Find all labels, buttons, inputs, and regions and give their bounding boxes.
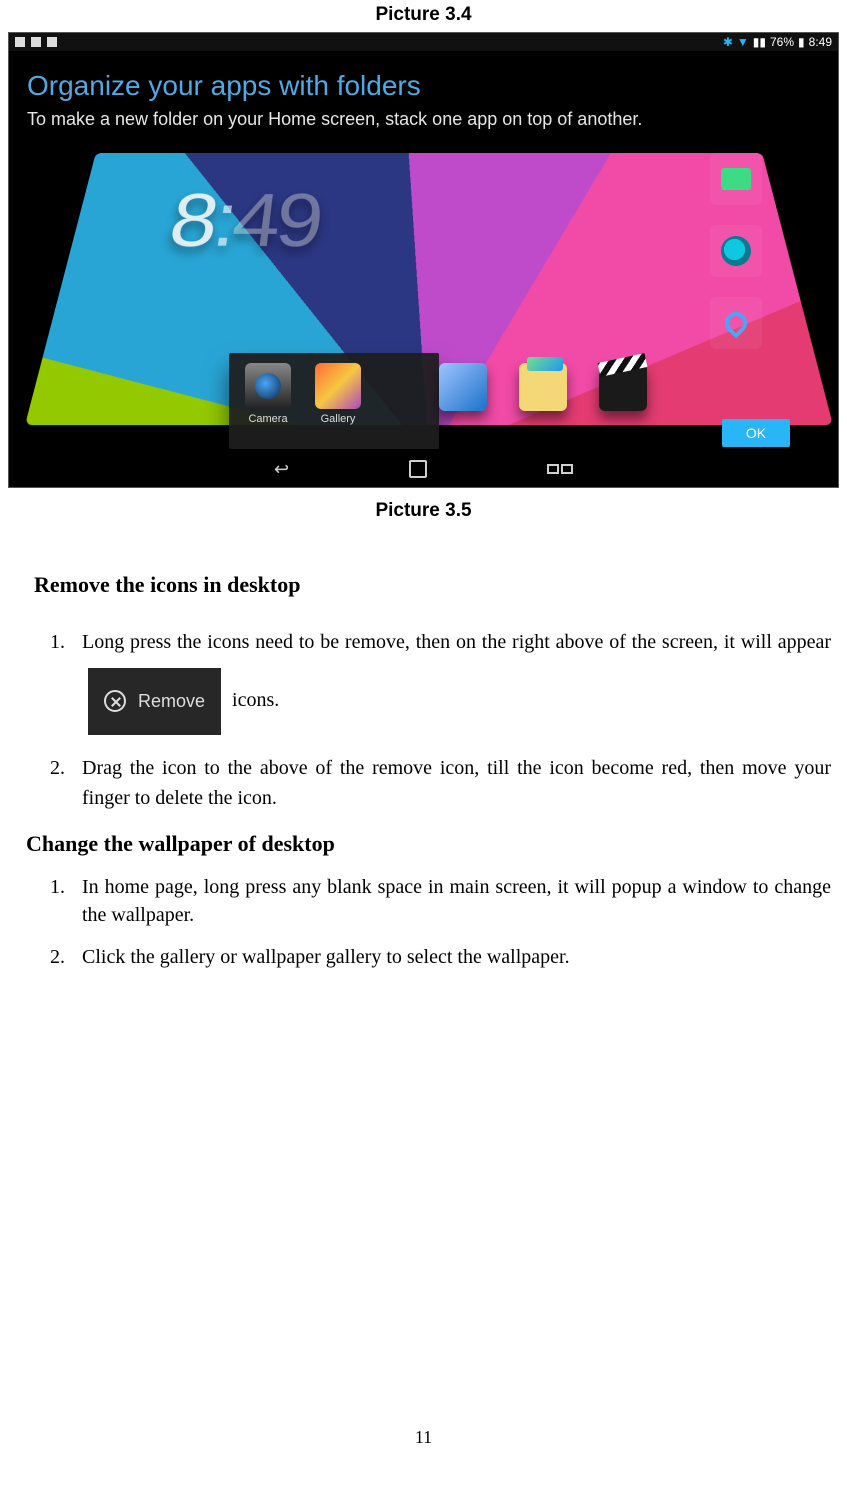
camera-icon — [245, 363, 291, 409]
music-app[interactable] — [710, 225, 762, 277]
gallery-icon — [315, 363, 361, 409]
step-text: Long press the icons need to be remove, … — [82, 631, 831, 653]
page-number: 11 — [0, 1427, 847, 1448]
signal-icon: ▮▮ — [753, 35, 766, 49]
notif-icon — [15, 37, 25, 47]
banner-title: Organize your apps with folders — [27, 69, 820, 103]
folder-app-gallery[interactable]: Gallery — [315, 363, 361, 441]
caption-top: Picture 3.4 — [8, 4, 839, 26]
app-label: Gallery — [321, 413, 356, 425]
tip-banner: Organize your apps with folders To make … — [9, 51, 838, 144]
remove-badge: Remove — [88, 668, 221, 735]
caption-mid: Picture 3.5 — [8, 500, 839, 522]
wallpaper-steps-list: In home page, long press any blank space… — [70, 873, 831, 971]
thumbnail-icon[interactable] — [439, 363, 487, 411]
remove-step-1: Long press the icons need to be remove, … — [70, 616, 831, 735]
remove-step-2: Drag the icon to the above of the remove… — [70, 753, 831, 813]
app-label: Camera — [248, 413, 287, 425]
status-bar: ✱ ▼ ▮▮ 76% ▮ 8:49 — [9, 33, 838, 51]
wifi-icon: ▼ — [737, 35, 749, 49]
section-remove-heading: Remove the icons in desktop — [34, 572, 813, 598]
section-wallpaper-heading: Change the wallpaper of desktop — [26, 831, 813, 857]
ok-button[interactable]: OK — [722, 419, 790, 447]
messaging-app[interactable] — [710, 153, 762, 205]
banner-subtitle: To make a new folder on your Home screen… — [27, 109, 820, 130]
status-time: 8:49 — [809, 35, 832, 49]
phone-app[interactable] — [710, 297, 762, 349]
file-manager-icon[interactable] — [519, 363, 567, 411]
music-icon — [721, 236, 751, 266]
clock-widget: 8:49 — [163, 178, 323, 265]
message-icon — [721, 168, 751, 190]
step-text: icons. — [232, 689, 279, 711]
close-icon — [104, 690, 126, 712]
remove-label: Remove — [138, 678, 205, 725]
battery-pct: 76% — [770, 35, 794, 49]
screenshot-figure: ✱ ▼ ▮▮ 76% ▮ 8:49 Organize your apps wit… — [8, 32, 839, 488]
bluetooth-icon: ✱ — [723, 35, 733, 49]
recent-apps-icon[interactable] — [547, 464, 573, 474]
folder-popup[interactable]: Camera Gallery — [229, 353, 439, 449]
remove-steps-list: Long press the icons need to be remove, … — [70, 616, 831, 813]
desktop-icons-row — [439, 363, 647, 411]
phone-icon — [720, 307, 751, 338]
notif-icon — [31, 37, 41, 47]
folder-app-camera[interactable]: Camera — [245, 363, 291, 441]
wallpaper-step-1: In home page, long press any blank space… — [70, 873, 831, 929]
back-icon[interactable] — [274, 459, 289, 480]
video-clapper-icon[interactable] — [599, 363, 647, 411]
right-app-rail — [706, 153, 766, 349]
nav-bar — [9, 451, 838, 487]
battery-icon: ▮ — [798, 35, 805, 49]
wallpaper-step-2: Click the gallery or wallpaper gallery t… — [70, 943, 831, 971]
notif-icon — [47, 37, 57, 47]
home-icon[interactable] — [409, 460, 427, 478]
